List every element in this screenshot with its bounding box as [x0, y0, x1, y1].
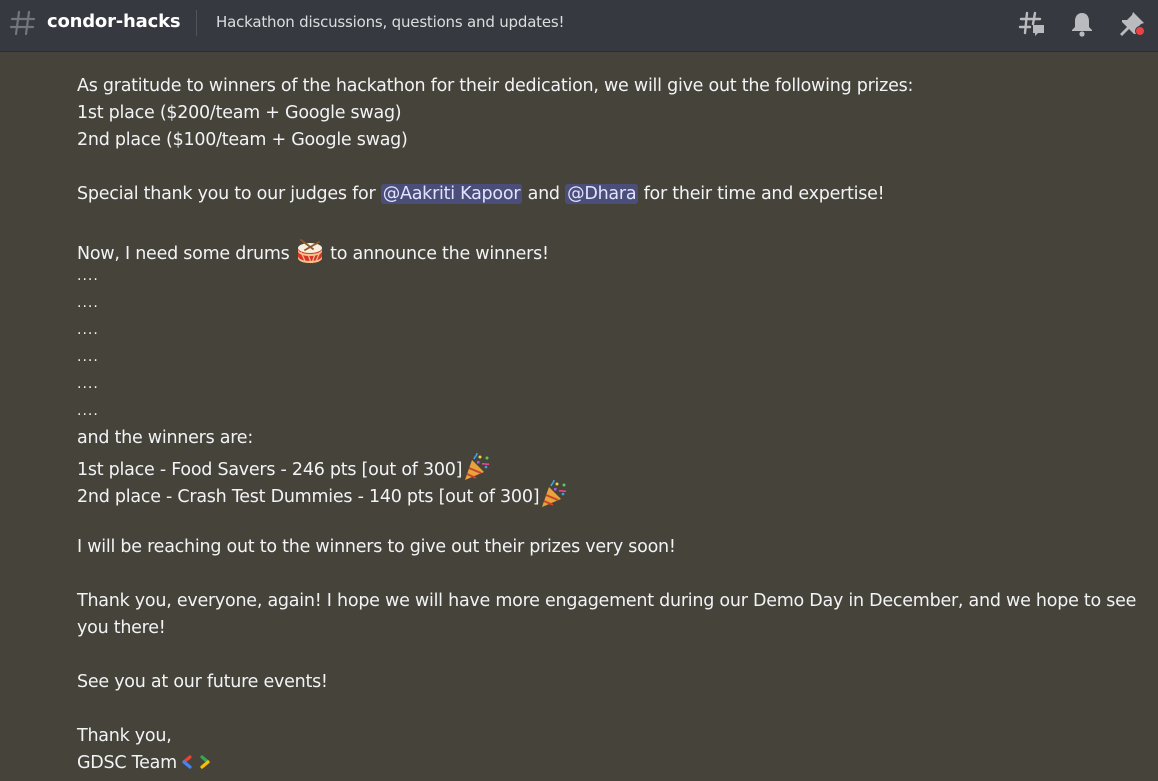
- party-popper-emoji-icon[interactable]: [462, 452, 492, 482]
- sign-off: Thank you,: [77, 726, 172, 747]
- message-intro: As gratitude to winners of the hackathon…: [77, 76, 914, 96]
- channel-name: condor-hacks: [47, 11, 181, 32]
- mention-aakriti[interactable]: @Aakriti Kapoor: [380, 184, 523, 205]
- winners-intro: and the winners are:: [77, 428, 253, 449]
- threads-icon[interactable]: [1018, 10, 1046, 38]
- drum-emoji-icon[interactable]: [295, 236, 325, 266]
- hash-icon: [9, 10, 36, 36]
- channel-header: condor-hacks Hackathon discussions, ques…: [0, 0, 1158, 52]
- prize-first: 1st place ($200/team + Google swag): [77, 103, 402, 124]
- gdsc-logo-icon[interactable]: [182, 753, 210, 771]
- winner-second: 2nd place - Crash Test Dummies - 140 pts…: [77, 479, 1137, 509]
- channel-topic[interactable]: Hackathon discussions, questions and upd…: [216, 12, 565, 32]
- winner-first: 1st place - Food Savers - 246 pts [out o…: [77, 452, 1137, 482]
- dots-line: ....: [77, 403, 99, 420]
- thank-everyone-line: Thank you, everyone, again! I hope we wi…: [77, 590, 1137, 638]
- mention-dhara[interactable]: @Dhara: [565, 184, 639, 205]
- reach-out-line: I will be reaching out to the winners to…: [77, 536, 676, 557]
- prize-second: 2nd place ($100/team + Google swag): [77, 130, 408, 151]
- dots-line: ....: [77, 321, 99, 338]
- bell-icon[interactable]: [1068, 10, 1096, 38]
- dots-line: ....: [77, 267, 99, 284]
- signature-line: GDSC Team: [77, 750, 1137, 777]
- pin-icon[interactable]: [1118, 10, 1146, 38]
- dots-line: ....: [77, 294, 99, 311]
- see-you-line: See you at our future events!: [77, 672, 328, 693]
- notification-dot: [1136, 27, 1144, 35]
- judges-thanks: Special thank you to our judges for @Aak…: [77, 184, 885, 205]
- drums-line: Now, I need some drums to announce the w…: [77, 236, 1137, 266]
- dots-line: ....: [77, 376, 99, 393]
- dots-line: ....: [77, 348, 99, 365]
- party-popper-emoji-icon[interactable]: [539, 479, 569, 509]
- header-divider: [196, 10, 197, 36]
- message-content: As gratitude to winners of the hackathon…: [77, 73, 1137, 777]
